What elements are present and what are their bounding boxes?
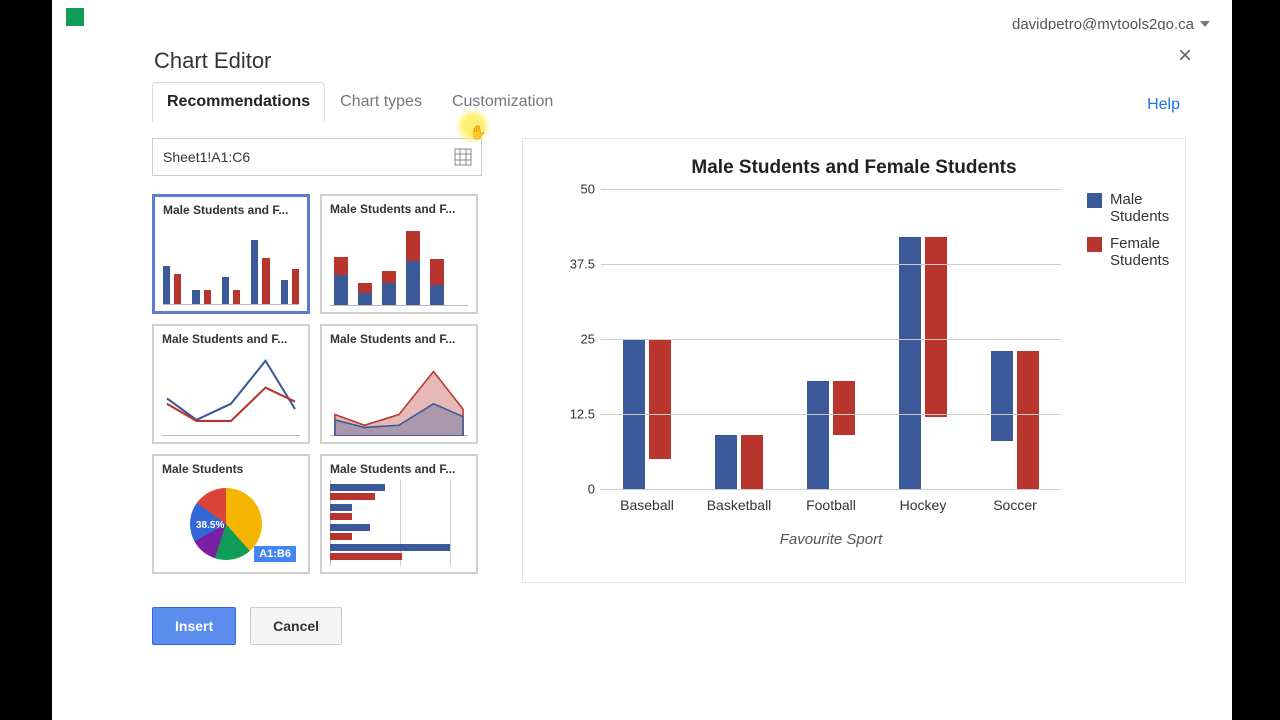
bar <box>1017 351 1039 489</box>
thumb-title: Male Students and F... <box>162 332 302 346</box>
bar <box>991 351 1013 441</box>
bar <box>715 435 737 489</box>
x-tick: Baseball <box>601 497 693 513</box>
thumb-title: Male Students and F... <box>330 202 470 216</box>
thumb-grouped-bar[interactable]: Male Students and F... <box>152 194 310 314</box>
chart-editor-dialog: × Chart Editor Recommendations Chart typ… <box>136 30 1202 705</box>
bar <box>649 339 671 459</box>
legend-label: Male Students <box>1110 191 1175 225</box>
y-tick: 50 <box>581 182 595 197</box>
thumb-stacked-bar[interactable]: Male Students and F... <box>320 194 478 314</box>
tab-recommendations[interactable]: Recommendations <box>152 82 325 122</box>
legend-swatch-female <box>1087 237 1102 252</box>
thumb-title: Male Students and F... <box>330 332 470 346</box>
help-link[interactable]: Help <box>1147 96 1180 114</box>
legend-label: Female Students <box>1110 235 1175 269</box>
chart-preview: Male Students and Female Students 012.52… <box>522 138 1186 583</box>
legend: Male Students Female Students <box>1087 191 1175 279</box>
x-axis-title: Favourite Sport <box>601 531 1061 548</box>
chart-title: Male Students and Female Students <box>541 157 1167 179</box>
thumb-title: Male Students and F... <box>163 203 301 217</box>
plot-area: 012.52537.550 BaseballBasketballFootball… <box>601 189 1061 489</box>
thumb-horizontal-bar[interactable]: Male Students and F... <box>320 454 478 574</box>
pie-percent-label: 38.5% <box>196 520 224 531</box>
bar <box>899 237 921 489</box>
y-tick: 12.5 <box>570 407 595 422</box>
y-tick: 25 <box>581 332 595 347</box>
bar <box>807 381 829 489</box>
thumb-area[interactable]: Male Students and F... <box>320 324 478 444</box>
x-tick: Basketball <box>693 497 785 513</box>
x-tick: Football <box>785 497 877 513</box>
sheets-logo <box>66 8 84 26</box>
bar <box>833 381 855 435</box>
tab-customization[interactable]: Customization <box>437 82 568 122</box>
y-tick: 0 <box>588 482 595 497</box>
select-range-icon[interactable] <box>445 139 481 175</box>
cancel-button[interactable]: Cancel <box>250 607 342 645</box>
insert-button[interactable]: Insert <box>152 607 236 645</box>
tab-chart-types[interactable]: Chart types <box>325 82 437 122</box>
thumb-title: Male Students <box>162 462 302 476</box>
thumb-title: Male Students and F... <box>330 462 470 476</box>
legend-swatch-male <box>1087 193 1102 208</box>
close-icon[interactable]: × <box>1178 42 1192 70</box>
data-range-field[interactable] <box>152 138 482 176</box>
y-tick: 37.5 <box>570 257 595 272</box>
thumb-line[interactable]: Male Students and F... <box>152 324 310 444</box>
x-tick: Soccer <box>969 497 1061 513</box>
dialog-title: Chart Editor <box>136 44 1202 82</box>
range-badge: A1:B6 <box>254 546 296 562</box>
data-range-input[interactable] <box>163 149 445 165</box>
chevron-down-icon <box>1200 21 1210 27</box>
sheets-app-shell: davidpetro@mytools2go.ca × Chart Editor … <box>52 0 1232 720</box>
recommendation-grid: Male Students and F... <box>152 194 482 574</box>
bar <box>741 435 763 489</box>
tabs: Recommendations Chart types Customizatio… <box>136 82 1202 122</box>
thumb-pie[interactable]: Male Students 38.5% A1:B6 <box>152 454 310 574</box>
x-tick: Hockey <box>877 497 969 513</box>
